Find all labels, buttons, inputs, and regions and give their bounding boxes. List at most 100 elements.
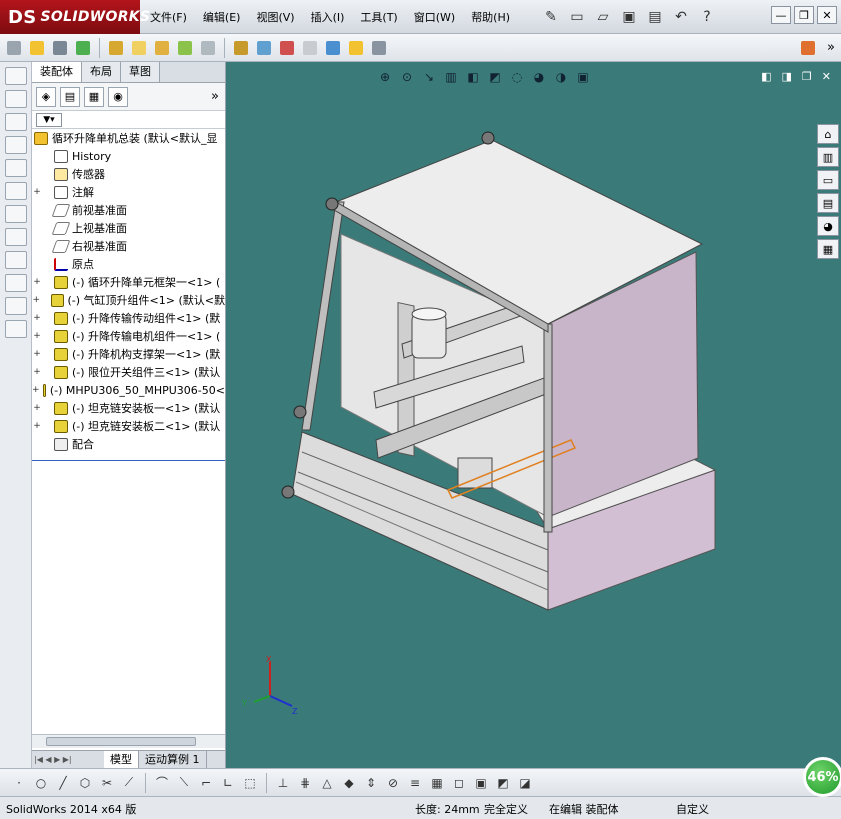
show-hidden-icon[interactable] [152, 38, 172, 58]
tree-item-annotations[interactable]: + 注解 [32, 183, 225, 201]
dashed-box-icon[interactable]: ⬚ [241, 774, 259, 792]
smart-fasteners-icon[interactable] [106, 38, 126, 58]
copy-icon[interactable] [4, 297, 27, 315]
zoom-percentage-badge[interactable]: 46% [803, 757, 841, 797]
tree-item-component[interactable]: + (-) 坦克链安装板一<1> (默认 [32, 399, 225, 417]
new-document-icon[interactable]: ▭ [566, 6, 588, 28]
tree-item-component[interactable]: + (-) 坦克链安装板二<1> (默认 [32, 417, 225, 435]
menu-help[interactable]: 帮助(H) [463, 9, 518, 27]
expand-icon[interactable]: + [32, 421, 42, 431]
expand-icon[interactable]: + [32, 403, 42, 413]
tree-item-component[interactable]: + (-) MHPU306_50_MHPU306-50< [32, 381, 225, 399]
expand-icon[interactable]: + [32, 385, 40, 395]
new-part-icon[interactable] [27, 38, 47, 58]
print-icon[interactable]: ▤ [644, 6, 666, 28]
expand-icon[interactable]: + [32, 277, 42, 287]
menu-view[interactable]: 视图(V) [248, 9, 302, 27]
convert-icon[interactable]: ⟋ [120, 774, 138, 792]
restore-button[interactable]: ❐ [794, 6, 814, 24]
panel-overflow-icon[interactable]: » [211, 89, 219, 104]
fillet-icon[interactable]: ⌐ [197, 774, 215, 792]
tree-root[interactable]: 循环升降单机总装 (默认<默认_显 [32, 129, 225, 147]
view-box-icon[interactable] [4, 205, 27, 223]
save-icon[interactable]: ▣ [618, 6, 640, 28]
view-box-icon[interactable] [4, 136, 27, 154]
reference-geometry-icon[interactable] [198, 38, 218, 58]
move-icon[interactable]: ⇕ [362, 774, 380, 792]
expand-icon[interactable]: + [32, 313, 42, 323]
tree-horizontal-scrollbar[interactable] [32, 734, 225, 748]
view-box-icon[interactable] [4, 67, 27, 85]
tree-item-front-plane[interactable]: 前视基准面 [32, 201, 225, 219]
menu-insert[interactable]: 插入(I) [303, 9, 353, 27]
clearance-icon[interactable] [346, 38, 366, 58]
move-component-icon[interactable] [129, 38, 149, 58]
display-manager-icon[interactable]: ◉ [108, 86, 128, 107]
camera-icon[interactable]: ◪ [516, 774, 534, 792]
copy-icon[interactable] [4, 320, 27, 338]
cube-icon[interactable]: ◻ [450, 774, 468, 792]
tree-item-right-plane[interactable]: 右视基准面 [32, 237, 225, 255]
point-icon[interactable]: · [10, 774, 28, 792]
exploded-view-icon[interactable] [277, 38, 297, 58]
tree-item-component[interactable]: + (-) 升降传输传动组件<1> (默 [32, 309, 225, 327]
explode-line-icon[interactable] [300, 38, 320, 58]
shaded-cube-icon[interactable]: ▣ [472, 774, 490, 792]
expand-icon[interactable]: + [32, 349, 42, 359]
menu-tools[interactable]: 工具(T) [352, 9, 405, 27]
menu-window[interactable]: 窗口(W) [406, 9, 463, 27]
view-box-icon[interactable] [4, 182, 27, 200]
open-folder-icon[interactable]: ▱ [592, 6, 614, 28]
feature-manager-icon[interactable]: ◈ [36, 86, 56, 107]
tree-item-component[interactable]: + (-) 气缸顶升组件<1> (默认<默 [32, 291, 225, 309]
minimize-button[interactable]: — [771, 6, 791, 24]
tree-item-component[interactable]: + (-) 升降传输电机组件一<1> ( [32, 327, 225, 345]
tree-item-history[interactable]: History [32, 147, 225, 165]
bill-of-materials-icon[interactable] [254, 38, 274, 58]
tab-motion-study[interactable]: 运动算例 1 [139, 751, 207, 768]
list-icon[interactable]: ≡ [406, 774, 424, 792]
assembly-model[interactable] [226, 62, 841, 768]
insert-component-icon[interactable] [4, 38, 24, 58]
new-motion-study-icon[interactable] [231, 38, 251, 58]
interference-detection-icon[interactable] [323, 38, 343, 58]
pin-icon[interactable]: ✎ [540, 6, 562, 28]
tab-layout[interactable]: 布局 [82, 62, 121, 82]
mate-icon[interactable] [50, 38, 70, 58]
view-box-icon[interactable] [4, 159, 27, 177]
rollback-bar[interactable] [32, 460, 225, 461]
pattern-icon[interactable] [73, 38, 93, 58]
expand-icon[interactable]: + [32, 187, 42, 197]
tree-item-component[interactable]: + (-) 升降机构支撑架一<1> (默 [32, 345, 225, 363]
repair-icon[interactable]: ◆ [340, 774, 358, 792]
line-icon[interactable]: ╱ [54, 774, 72, 792]
filter-icon[interactable]: ▼▾ [36, 112, 62, 127]
tree-item-top-plane[interactable]: 上视基准面 [32, 219, 225, 237]
view-box-icon[interactable] [4, 90, 27, 108]
polygon-icon[interactable]: ⬡ [76, 774, 94, 792]
offset-icon[interactable]: ⌒ [153, 774, 171, 792]
menu-edit[interactable]: 编辑(E) [195, 9, 249, 27]
sketch-tool-icon[interactable] [4, 228, 27, 246]
status-custom-units[interactable]: 自定义 [676, 801, 709, 817]
corner-icon[interactable]: ∟ [219, 774, 237, 792]
scrollbar-thumb[interactable] [46, 737, 196, 746]
shade-sketch-icon[interactable]: ▦ [428, 774, 446, 792]
mirror-icon[interactable]: ⟍ [175, 774, 193, 792]
help-icon[interactable]: ? [696, 6, 718, 28]
3d-sketch-icon[interactable] [798, 38, 818, 58]
menu-file[interactable]: 文件(F) [142, 9, 195, 27]
tree-item-sensors[interactable]: 传感器 [32, 165, 225, 183]
expand-icon[interactable]: + [32, 295, 41, 305]
expand-icon[interactable]: + [32, 367, 42, 377]
dimension-icon[interactable]: ⊥ [274, 774, 292, 792]
grid-icon[interactable]: ⋕ [296, 774, 314, 792]
instant-3d-icon[interactable] [369, 38, 389, 58]
configuration-manager-icon[interactable]: ▦ [84, 86, 104, 107]
expand-icon[interactable]: + [32, 331, 42, 341]
sketch-tool-icon[interactable] [4, 251, 27, 269]
tab-sketch[interactable]: 草图 [121, 62, 160, 82]
edges-cube-icon[interactable]: ◩ [494, 774, 512, 792]
close-button[interactable]: ✕ [817, 6, 837, 24]
solidworks-logo[interactable]: DS SOLIDWORKS [0, 0, 150, 34]
